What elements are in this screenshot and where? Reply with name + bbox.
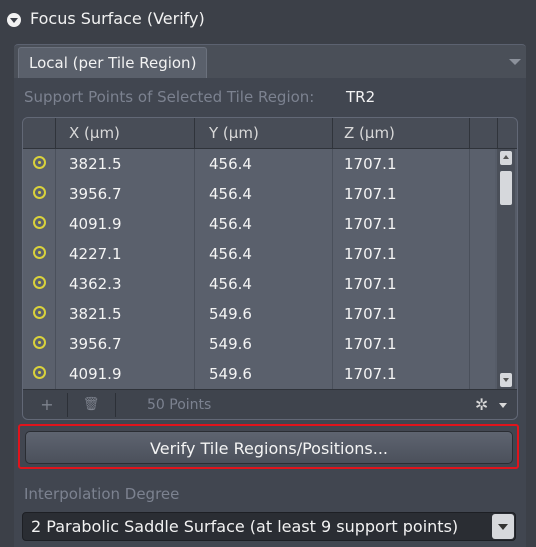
cell-z[interactable]: 1707.1 [344, 329, 397, 359]
cell-x[interactable]: 3821.5 [69, 299, 122, 329]
interpolation-selected-value: 2 Parabolic Saddle Surface (at least 9 s… [31, 517, 459, 536]
cell-x[interactable]: 4091.9 [69, 209, 122, 239]
cell-x[interactable]: 4227.1 [69, 239, 122, 269]
cell-z[interactable]: 1707.1 [344, 269, 397, 299]
cell-y[interactable]: 456.4 [209, 179, 252, 209]
table-row[interactable]: 3821.5 549.6 1707.1 [23, 299, 495, 330]
cell-z[interactable]: 1707.1 [344, 239, 397, 269]
scroll-thumb[interactable] [500, 171, 512, 205]
point-icon[interactable] [33, 276, 46, 289]
point-icon[interactable] [33, 186, 46, 199]
table-row[interactable]: 4227.1 456.4 1707.1 [23, 239, 495, 270]
cell-z[interactable]: 1707.1 [344, 359, 397, 389]
support-points-label: Support Points of Selected Tile Region: [24, 88, 315, 106]
cell-y[interactable]: 456.4 [209, 149, 252, 179]
scroll-up-icon[interactable] [500, 151, 512, 165]
point-icon[interactable] [33, 366, 46, 379]
dropdown-icon[interactable] [492, 514, 514, 539]
panel-title: Focus Surface (Verify) [30, 9, 205, 28]
table-row[interactable]: 3956.7 549.6 1707.1 [23, 329, 495, 360]
point-icon[interactable] [33, 216, 46, 229]
cell-y[interactable]: 549.6 [209, 359, 252, 389]
cell-y[interactable]: 549.6 [209, 299, 252, 329]
collapse-icon[interactable] [7, 13, 21, 27]
cell-x[interactable]: 3956.7 [69, 329, 122, 359]
point-icon[interactable] [33, 156, 46, 169]
cell-z[interactable]: 1707.1 [344, 209, 397, 239]
table-footer: + 🗑 50 Points ✲ [23, 389, 517, 419]
table-row[interactable]: 4091.9 549.6 1707.1 [23, 359, 495, 389]
chevron-down-icon [499, 403, 507, 408]
point-icon[interactable] [33, 336, 46, 349]
tab-menu-icon[interactable] [509, 59, 521, 65]
cell-x[interactable]: 3821.5 [69, 149, 122, 179]
cell-x[interactable]: 3956.7 [69, 179, 122, 209]
table-row[interactable]: 3821.5 456.4 1707.1 [23, 149, 495, 180]
column-header-x[interactable]: X (µm) [69, 118, 120, 148]
cell-y[interactable]: 456.4 [209, 209, 252, 239]
point-icon[interactable] [33, 246, 46, 259]
support-points-table: X (µm) Y (µm) Z (µm) 3821.5 456.4 1707.1 39… [22, 117, 518, 420]
cell-x[interactable]: 4091.9 [69, 359, 122, 389]
vertical-scrollbar[interactable] [497, 149, 515, 389]
add-icon[interactable]: + [35, 394, 59, 416]
table-row[interactable]: 4091.9 456.4 1707.1 [23, 209, 495, 240]
table-row[interactable]: 4362.3 456.4 1707.1 [23, 269, 495, 300]
cell-x[interactable]: 4362.3 [69, 269, 122, 299]
point-icon[interactable] [33, 306, 46, 319]
point-count: 50 Points [147, 397, 212, 413]
gear-glyph: ✲ [475, 395, 489, 414]
cell-y[interactable]: 456.4 [209, 239, 252, 269]
interpolation-degree-select[interactable]: 2 Parabolic Saddle Surface (at least 9 s… [22, 512, 516, 541]
column-header-z[interactable]: Z (µm) [344, 118, 395, 148]
tile-region-value: TR2 [346, 88, 376, 106]
cell-y[interactable]: 549.6 [209, 329, 252, 359]
delete-icon[interactable]: 🗑 [79, 394, 103, 416]
verify-tile-regions-button[interactable]: Verify Tile Regions/Positions... [25, 431, 513, 464]
column-header-y[interactable]: Y (µm) [209, 118, 259, 148]
table-body: 3821.5 456.4 1707.1 3956.7 456.4 1707.1 4091.9… [23, 149, 495, 389]
cell-z[interactable]: 1707.1 [344, 299, 397, 329]
tab-local[interactable]: Local (per Tile Region) [18, 47, 208, 78]
cell-z[interactable]: 1707.1 [344, 149, 397, 179]
cell-y[interactable]: 456.4 [209, 269, 252, 299]
table-header: X (µm) Y (µm) Z (µm) [23, 118, 517, 149]
tab-bar: Local (per Tile Region) [14, 44, 526, 79]
table-row[interactable]: 3956.7 456.4 1707.1 [23, 179, 495, 210]
gear-icon[interactable]: ✲ [475, 394, 509, 416]
scroll-down-icon[interactable] [500, 373, 512, 387]
interpolation-degree-label: Interpolation Degree [24, 485, 180, 503]
panel-header[interactable]: Focus Surface (Verify) [0, 0, 536, 40]
cell-z[interactable]: 1707.1 [344, 179, 397, 209]
